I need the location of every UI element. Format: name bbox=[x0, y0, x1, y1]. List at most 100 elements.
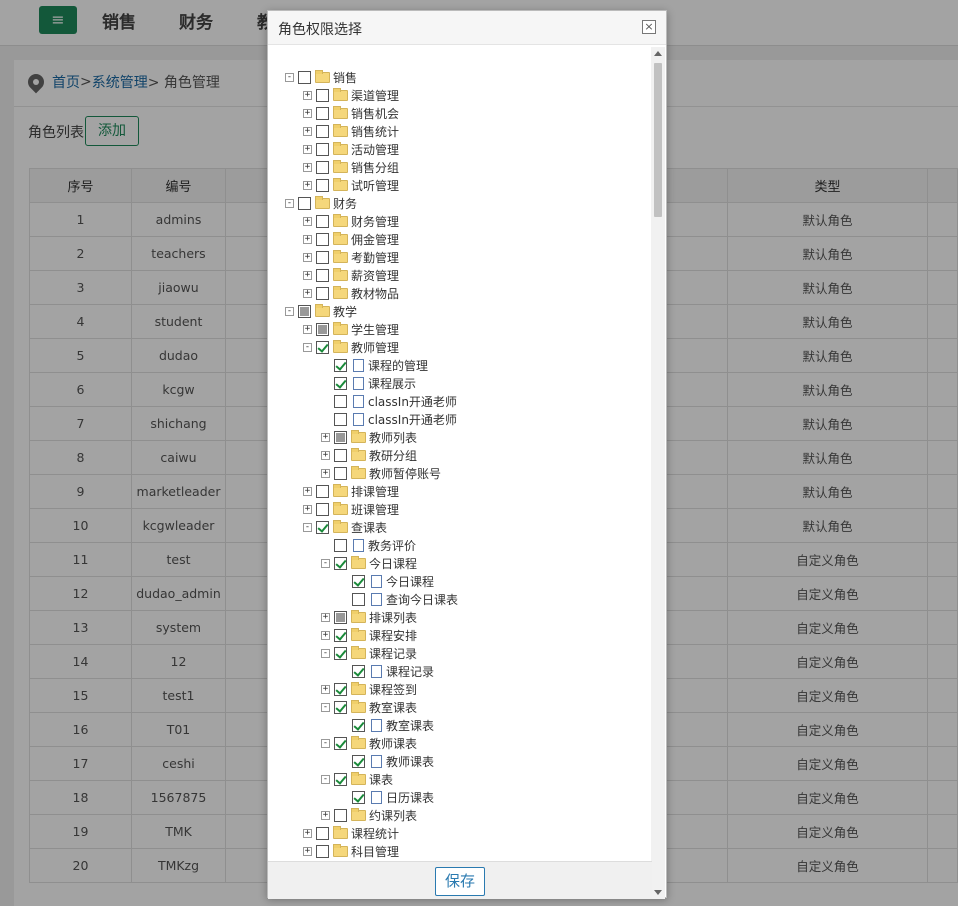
tree-checkbox[interactable] bbox=[334, 772, 347, 786]
tree-node-label[interactable]: classIn开通老师 bbox=[368, 393, 457, 410]
tree-node[interactable]: - 财务 bbox=[285, 194, 357, 212]
tree-node[interactable]: + 教师暂停账号 bbox=[321, 464, 441, 482]
tree-node[interactable]: + 班课管理 bbox=[303, 500, 399, 518]
tree-node[interactable]: 教务评价 bbox=[321, 536, 416, 554]
collapse-icon[interactable]: - bbox=[285, 306, 294, 316]
expand-icon[interactable]: + bbox=[303, 162, 312, 172]
tree-node-label[interactable]: classIn开通老师 bbox=[368, 411, 457, 428]
tree-node-label[interactable]: 教学 bbox=[333, 303, 357, 320]
expand-icon[interactable]: + bbox=[303, 144, 312, 154]
tree-checkbox[interactable] bbox=[316, 88, 329, 102]
tree-checkbox[interactable] bbox=[352, 718, 365, 732]
tree-node-label[interactable]: 查询今日课表 bbox=[386, 591, 458, 608]
tree-node[interactable]: + 课程安排 bbox=[321, 626, 417, 644]
tree-node-label[interactable]: 教务评价 bbox=[368, 537, 416, 554]
tree-checkbox[interactable] bbox=[316, 214, 329, 228]
tree-checkbox[interactable] bbox=[316, 106, 329, 120]
tree-node-label[interactable]: 班课管理 bbox=[351, 501, 399, 518]
tree-checkbox[interactable] bbox=[334, 682, 347, 696]
tree-checkbox[interactable] bbox=[334, 610, 347, 624]
expand-icon[interactable]: + bbox=[321, 468, 330, 478]
tree-checkbox[interactable] bbox=[316, 520, 329, 534]
tree-checkbox[interactable] bbox=[316, 844, 329, 858]
tree-node[interactable]: 课程展示 bbox=[321, 374, 416, 392]
tree-node[interactable]: classIn开通老师 bbox=[321, 410, 457, 428]
tree-checkbox[interactable] bbox=[334, 448, 347, 462]
tree-node[interactable]: - 课表 bbox=[321, 770, 393, 788]
tree-checkbox[interactable] bbox=[334, 538, 347, 552]
tree-node[interactable]: - 教学 bbox=[285, 302, 357, 320]
tree-node[interactable]: 教室课表 bbox=[339, 716, 434, 734]
tree-node[interactable]: + 活动管理 bbox=[303, 140, 399, 158]
tree-node[interactable]: + 渠道管理 bbox=[303, 86, 399, 104]
tree-checkbox[interactable] bbox=[334, 628, 347, 642]
tree-node-label[interactable]: 试听管理 bbox=[351, 177, 399, 194]
tree-node[interactable]: + 佣金管理 bbox=[303, 230, 399, 248]
tree-checkbox[interactable] bbox=[316, 232, 329, 246]
tree-node-label[interactable]: 约课列表 bbox=[369, 807, 417, 824]
dialog-scrollbar[interactable] bbox=[651, 47, 665, 899]
tree-node-label[interactable]: 教师课表 bbox=[369, 735, 417, 752]
tree-node[interactable]: 课程记录 bbox=[339, 662, 434, 680]
tree-node[interactable]: + 教研分组 bbox=[321, 446, 417, 464]
tree-node-label[interactable]: 教室课表 bbox=[369, 699, 417, 716]
expand-icon[interactable]: + bbox=[303, 216, 312, 226]
tree-node-label[interactable]: 教师课表 bbox=[386, 753, 434, 770]
collapse-icon[interactable]: - bbox=[321, 702, 330, 712]
close-icon[interactable]: × bbox=[642, 20, 656, 34]
tree-checkbox[interactable] bbox=[316, 286, 329, 300]
tree-checkbox[interactable] bbox=[316, 322, 329, 336]
tree-node[interactable]: + 销售分组 bbox=[303, 158, 399, 176]
expand-icon[interactable]: + bbox=[303, 252, 312, 262]
expand-icon[interactable]: + bbox=[321, 630, 330, 640]
tree-checkbox[interactable] bbox=[316, 340, 329, 354]
tree-checkbox[interactable] bbox=[334, 700, 347, 714]
tree-node-label[interactable]: 佣金管理 bbox=[351, 231, 399, 248]
tree-node-label[interactable]: 教师管理 bbox=[351, 339, 399, 356]
tree-node-label[interactable]: 科目管理 bbox=[351, 843, 399, 860]
tree-checkbox[interactable] bbox=[334, 646, 347, 660]
tree-node[interactable]: - 销售 bbox=[285, 68, 357, 86]
expand-icon[interactable]: + bbox=[303, 288, 312, 298]
tree-node-label[interactable]: 课程签到 bbox=[369, 681, 417, 698]
tree-node-label[interactable]: 排课管理 bbox=[351, 483, 399, 500]
tree-checkbox[interactable] bbox=[334, 430, 347, 444]
expand-icon[interactable]: + bbox=[303, 90, 312, 100]
tree-node-label[interactable]: 课表 bbox=[369, 771, 393, 788]
tree-node[interactable]: + 约课列表 bbox=[321, 806, 417, 824]
scroll-up-icon[interactable] bbox=[654, 51, 662, 56]
collapse-icon[interactable]: - bbox=[303, 342, 312, 352]
tree-node[interactable]: + 排课管理 bbox=[303, 482, 399, 500]
expand-icon[interactable]: + bbox=[303, 504, 312, 514]
collapse-icon[interactable]: - bbox=[321, 558, 330, 568]
tree-node[interactable]: + 课程统计 bbox=[303, 824, 399, 842]
tree-node[interactable]: + 财务管理 bbox=[303, 212, 399, 230]
tree-node[interactable]: + 教材物品 bbox=[303, 284, 399, 302]
tree-node[interactable]: 课程的管理 bbox=[321, 356, 428, 374]
tree-node-label[interactable]: 考勤管理 bbox=[351, 249, 399, 266]
tree-checkbox[interactable] bbox=[352, 754, 365, 768]
expand-icon[interactable]: + bbox=[321, 432, 330, 442]
expand-icon[interactable]: + bbox=[321, 684, 330, 694]
tree-checkbox[interactable] bbox=[316, 484, 329, 498]
tree-node[interactable]: 查询今日课表 bbox=[339, 590, 458, 608]
expand-icon[interactable]: + bbox=[321, 450, 330, 460]
expand-icon[interactable]: + bbox=[321, 810, 330, 820]
tree-checkbox[interactable] bbox=[316, 142, 329, 156]
tree-node[interactable]: 教师课表 bbox=[339, 752, 434, 770]
tree-node-label[interactable]: 今日课程 bbox=[369, 555, 417, 572]
tree-node[interactable]: + 教师列表 bbox=[321, 428, 417, 446]
tree-checkbox[interactable] bbox=[316, 268, 329, 282]
collapse-icon[interactable]: - bbox=[321, 774, 330, 784]
tree-checkbox[interactable] bbox=[334, 466, 347, 480]
expand-icon[interactable]: + bbox=[303, 108, 312, 118]
tree-node[interactable]: - 今日课程 bbox=[321, 554, 417, 572]
tree-node-label[interactable]: 教研分组 bbox=[369, 447, 417, 464]
tree-node[interactable]: 今日课程 bbox=[339, 572, 434, 590]
tree-node-label[interactable]: 销售分组 bbox=[351, 159, 399, 176]
tree-node-label[interactable]: 课程记录 bbox=[369, 645, 417, 662]
tree-checkbox[interactable] bbox=[352, 574, 365, 588]
tree-node-label[interactable]: 课程统计 bbox=[351, 825, 399, 842]
tree-checkbox[interactable] bbox=[316, 826, 329, 840]
tree-node-label[interactable]: 日历课表 bbox=[386, 789, 434, 806]
